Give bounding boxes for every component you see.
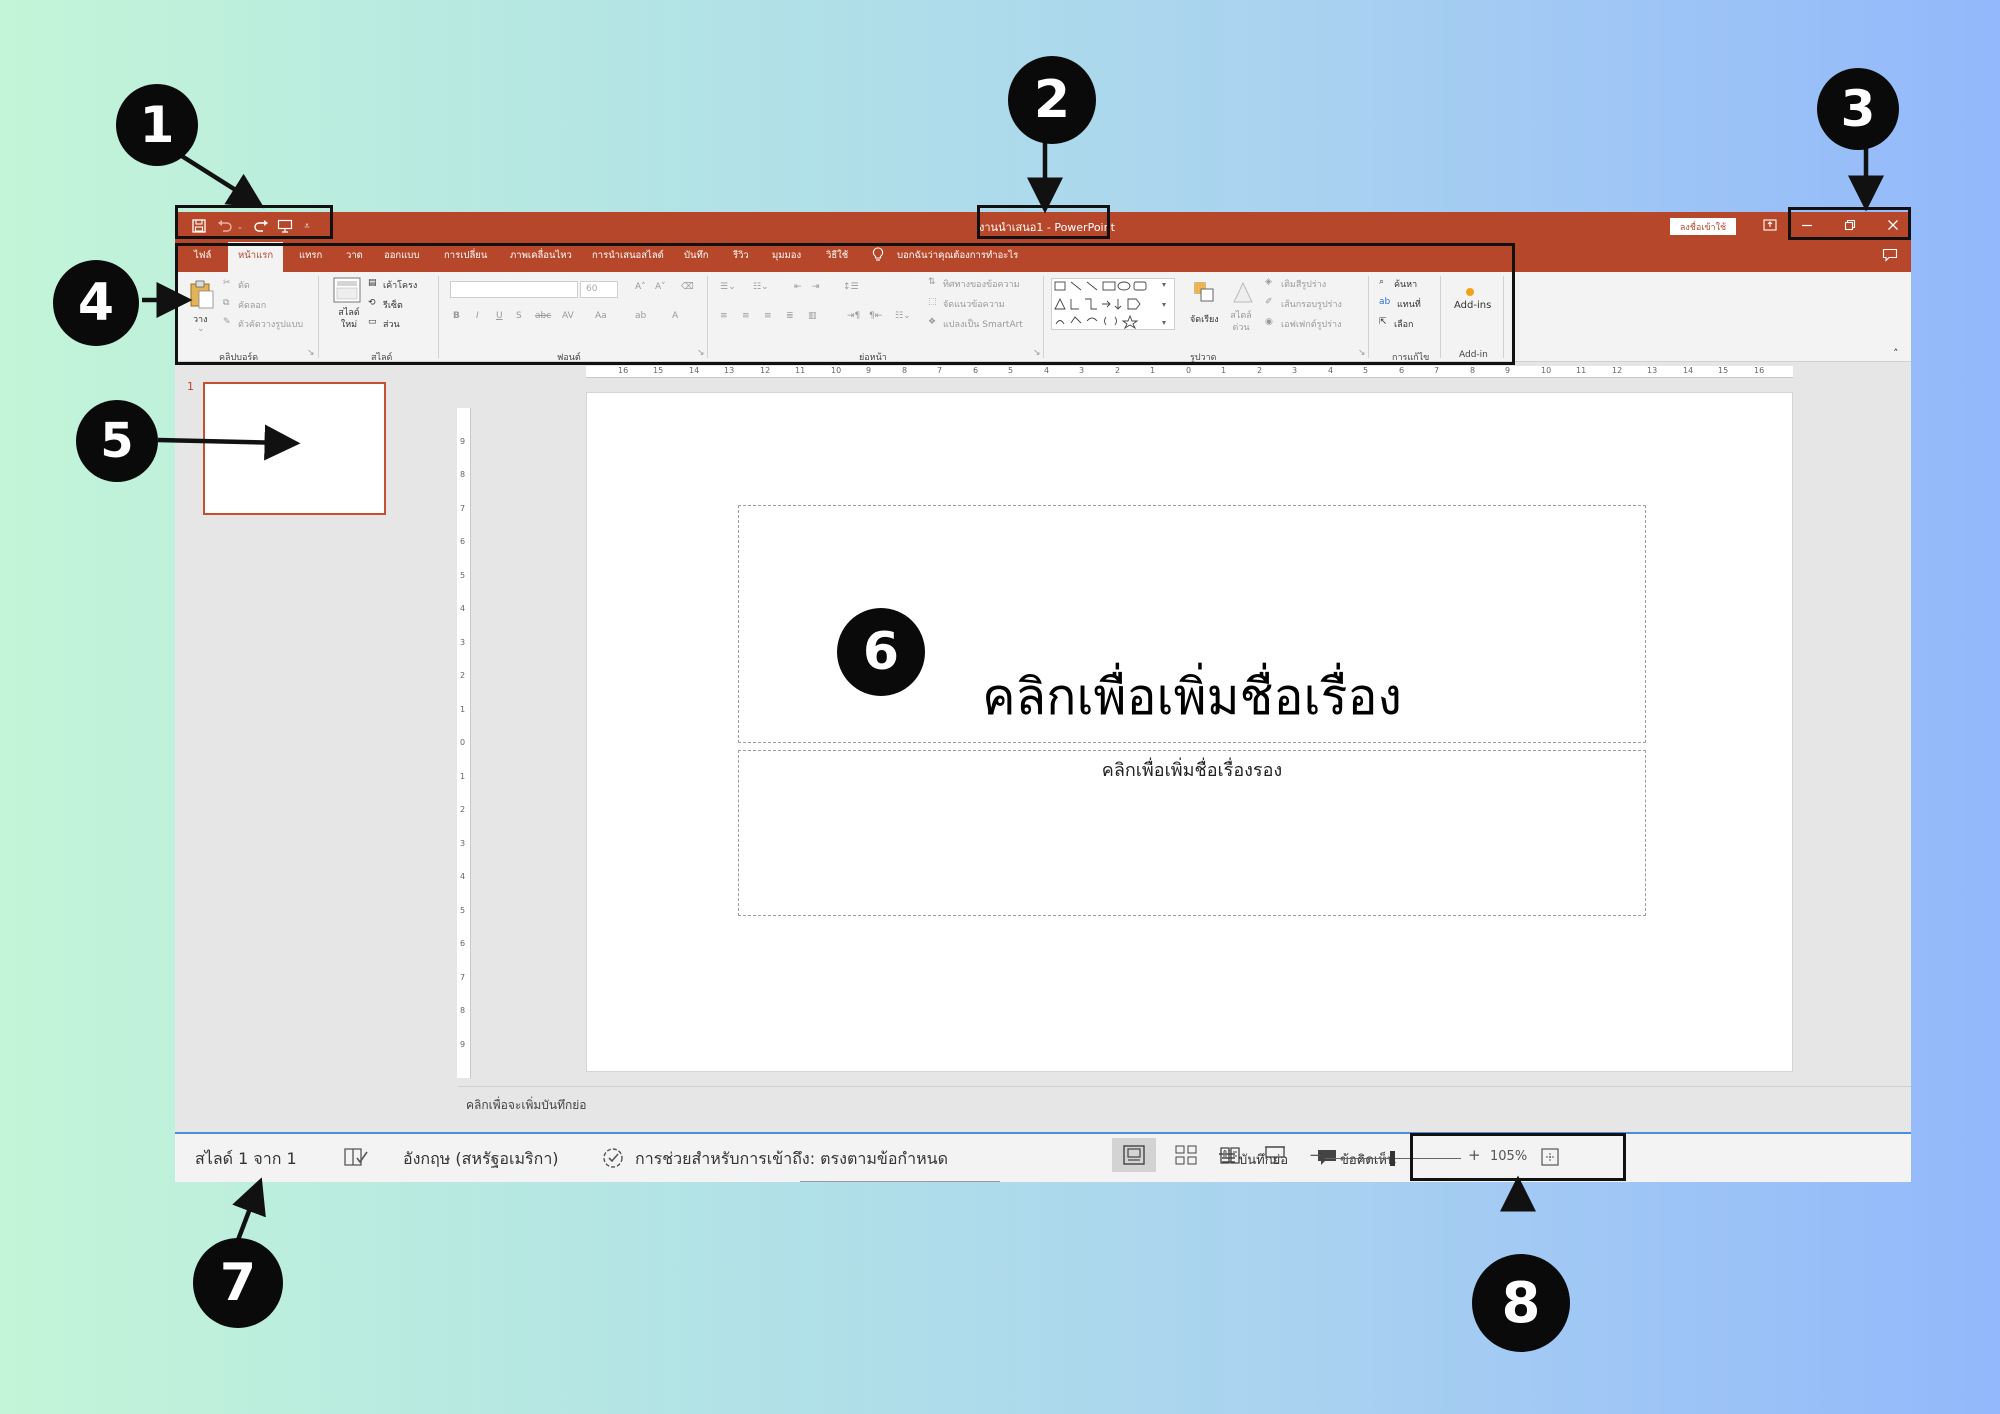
annotation-badge: 6	[837, 608, 925, 696]
annotation-badge: 3	[1817, 68, 1899, 150]
annotation-badge: 8	[1472, 1254, 1570, 1352]
annotation-badge: 2	[1008, 56, 1096, 144]
annotation-badge: 7	[193, 1238, 283, 1328]
annotation-badge: 5	[76, 400, 158, 482]
annotation-badge: 1	[116, 84, 198, 166]
annotation-badge: 4	[53, 260, 139, 346]
callout-arrows	[142, 140, 1884, 1241]
